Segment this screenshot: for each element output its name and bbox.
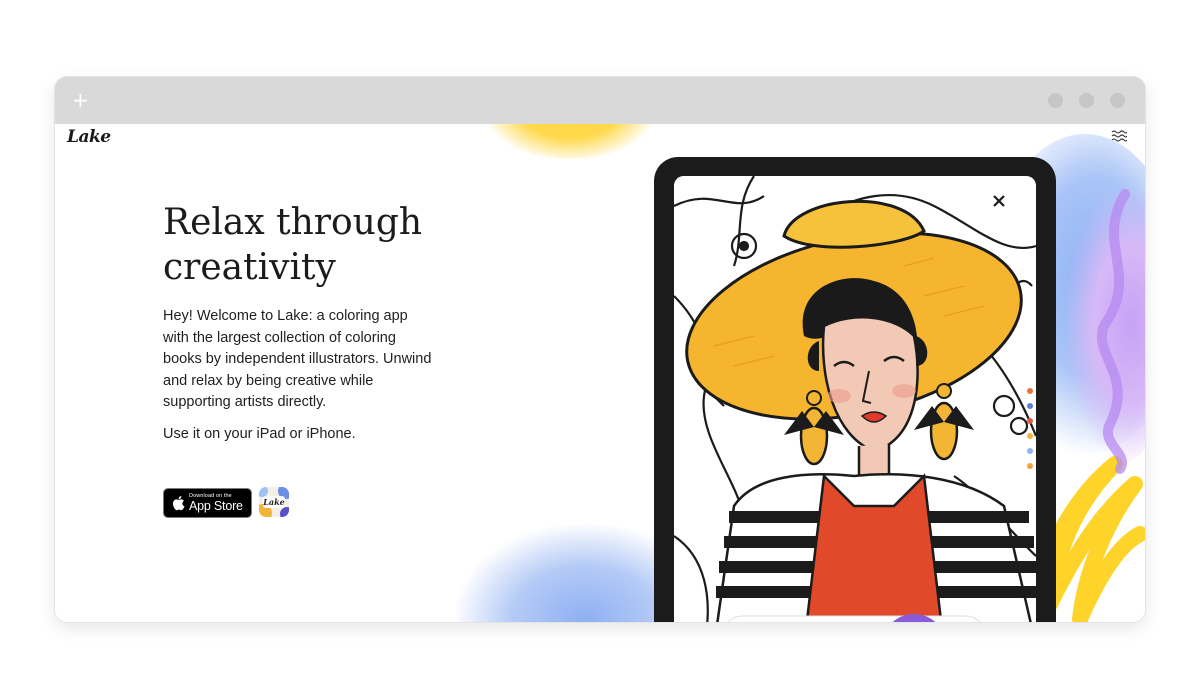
headline-line-1: Relax through <box>163 202 423 243</box>
minimize-button[interactable] <box>1048 93 1063 108</box>
maximize-button[interactable] <box>1079 93 1094 108</box>
app-store-label: App Store <box>189 499 243 513</box>
lake-logo-icon: Lake <box>259 487 289 517</box>
page-viewport: Lake Relax through creativity Hey! Welco… <box>55 124 1145 622</box>
waves-menu-icon[interactable] <box>1111 128 1127 144</box>
apple-icon <box>172 496 185 511</box>
purple-scribble <box>1096 189 1130 474</box>
lake-app-icon[interactable]: Lake <box>259 487 289 517</box>
app-store-button[interactable]: Download on the App Store <box>163 488 252 518</box>
device-availability: Use it on your iPad or iPhone. <box>163 426 356 442</box>
new-tab-icon[interactable]: + <box>72 88 89 112</box>
yellow-paint-blob <box>485 124 655 159</box>
site-logo[interactable]: Lake <box>67 127 111 147</box>
close-button[interactable] <box>1110 93 1125 108</box>
coloring-illustration <box>674 176 1036 622</box>
ipad-screen <box>674 176 1036 622</box>
hero-intro: Hey! Welcome to Lake: a coloring app wit… <box>163 308 432 410</box>
hero-headline: Relax through creativity <box>163 200 493 290</box>
browser-window: + Lake Relax through creativity Hey! Wel… <box>55 77 1145 622</box>
headline-line-2: creativity <box>163 247 336 288</box>
app-icon-label: Lake <box>262 497 284 507</box>
browser-titlebar: + <box>55 77 1145 124</box>
